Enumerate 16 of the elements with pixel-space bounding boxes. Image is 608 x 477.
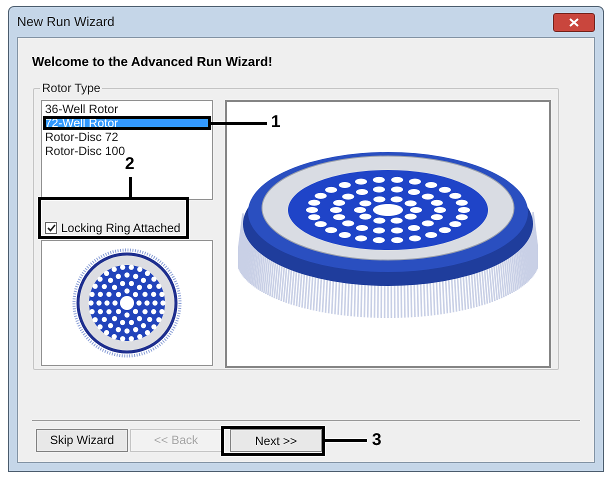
leader-line [325,438,367,442]
callout-number: 3 [372,430,382,450]
close-button[interactable] [553,12,595,32]
locking-ring-checkbox[interactable] [45,222,57,234]
rotor-list-item[interactable]: 36-Well Rotor [43,102,211,116]
leader-line [129,176,132,196]
checkbox-label: Locking Ring Attached [61,220,180,236]
rotor-list-item[interactable]: Rotor-Disc 72 [43,130,211,144]
callout-number: 1 [271,112,280,132]
wizard-heading: Welcome to the Advanced Run Wizard! [32,53,274,71]
close-icon [569,18,579,26]
wizard-button[interactable]: Next >> [230,429,322,452]
checkmark-icon [46,224,56,232]
wizard-button[interactable]: Skip Wizard [36,428,128,452]
window-title: New Run Wizard [17,13,115,32]
leader-line [211,122,267,124]
